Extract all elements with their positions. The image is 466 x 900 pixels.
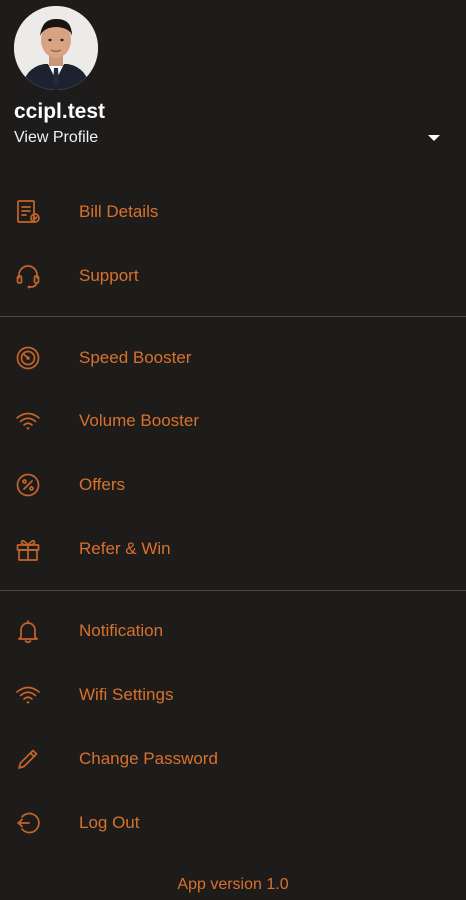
menu-item-label: Support — [79, 266, 139, 285]
menu-item-offers[interactable]: Offers — [0, 457, 466, 513]
avatar[interactable] — [14, 6, 98, 90]
speed-icon — [14, 344, 42, 372]
avatar-image — [14, 6, 98, 90]
menu-item-wifi-settings[interactable]: Wifi Settings — [0, 667, 466, 723]
menu-item-notification[interactable]: Notification — [0, 603, 466, 659]
menu-item-refer-win[interactable]: Refer & Win — [0, 521, 466, 577]
headset-icon — [14, 262, 42, 290]
account-dropdown-button[interactable] — [424, 130, 444, 146]
menu-item-speed-booster[interactable]: Speed Booster — [0, 330, 466, 386]
app-version-label: App version 1.0 — [177, 876, 289, 893]
bill-icon — [14, 198, 42, 226]
menu-item-label: Change Password — [79, 749, 218, 768]
menu-item-log-out[interactable]: Log Out — [0, 795, 466, 851]
wifi-icon — [14, 407, 42, 435]
bell-icon — [14, 617, 42, 645]
menu-item-label: Volume Booster — [79, 411, 200, 430]
wifi-icon — [14, 681, 42, 709]
menu-item-label: Bill Details — [79, 202, 159, 221]
profile-username: ccipl.test — [14, 100, 106, 123]
caret-down-icon — [428, 135, 440, 141]
menu-item-bill-details[interactable]: Bill Details — [0, 184, 466, 240]
menu-item-label: Refer & Win — [79, 539, 171, 558]
menu-item-label: Wifi Settings — [79, 685, 174, 704]
menu-item-support[interactable]: Support — [0, 248, 466, 304]
menu-divider — [0, 316, 466, 317]
profile-header: ccipl.test View Profile — [0, 0, 466, 170]
view-profile-link[interactable]: View Profile — [14, 129, 98, 147]
menu-item-label: Speed Booster — [79, 348, 192, 367]
menu-item-label: Notification — [79, 621, 164, 640]
gift-icon — [14, 535, 42, 563]
menu-divider — [0, 590, 466, 591]
menu-item-label: Log Out — [79, 813, 140, 832]
menu-item-volume-booster[interactable]: Volume Booster — [0, 393, 466, 449]
pencil-icon — [14, 745, 42, 773]
percent-icon — [14, 471, 42, 499]
menu-item-label: Offers — [79, 475, 125, 494]
logout-icon — [14, 809, 42, 837]
menu-item-change-password[interactable]: Change Password — [0, 731, 466, 787]
